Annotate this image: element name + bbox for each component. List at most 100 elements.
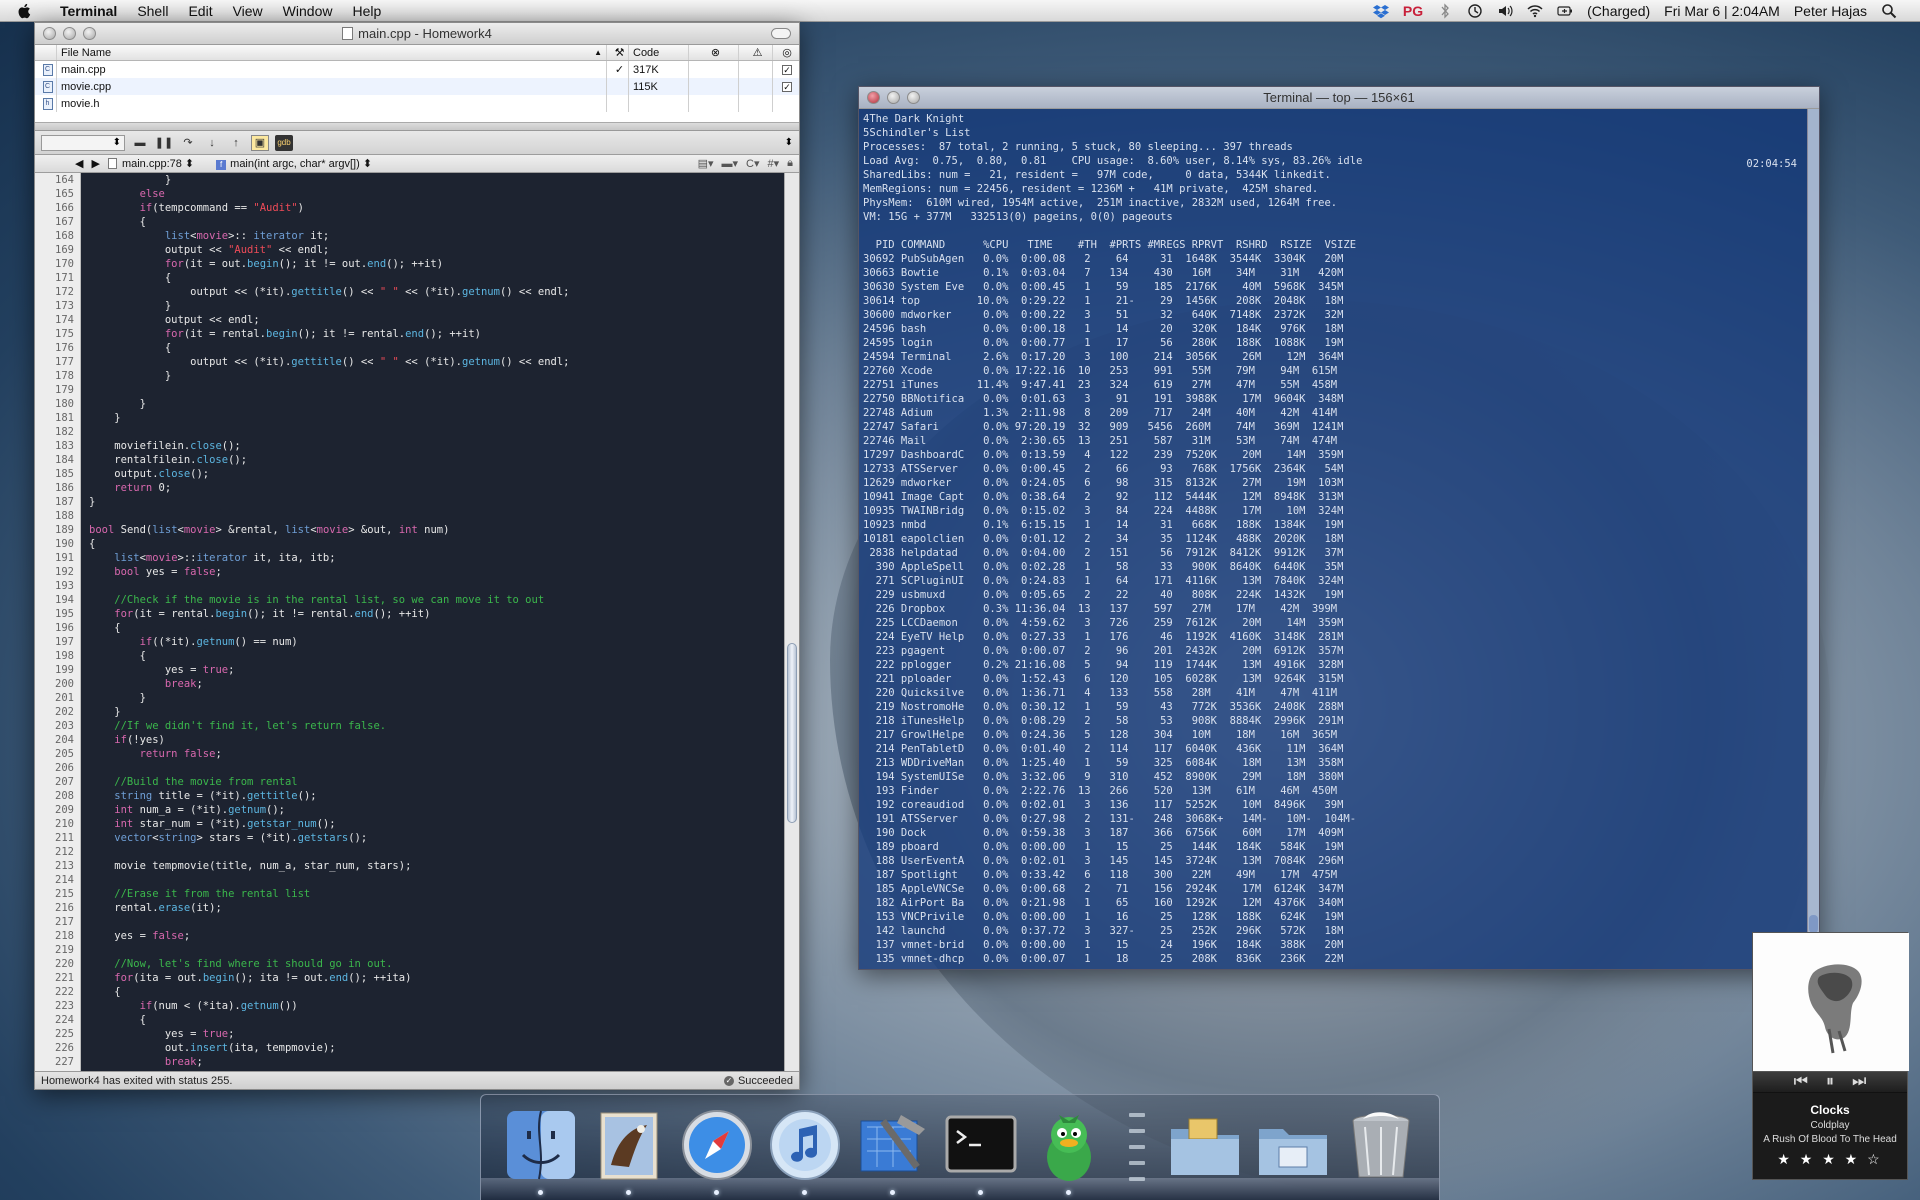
file-type-column-header[interactable]	[35, 45, 57, 60]
close-button[interactable]	[867, 91, 880, 104]
file-name-column-header[interactable]: File Name ▲	[57, 45, 607, 60]
line-number[interactable]: 165	[35, 187, 74, 201]
line-number[interactable]: 210	[35, 817, 74, 831]
line-number[interactable]: 217	[35, 915, 74, 929]
adium-icon[interactable]	[1029, 1105, 1109, 1195]
code-line[interactable]: output.close();	[89, 467, 784, 481]
time-machine-icon[interactable]	[1460, 3, 1490, 19]
pg-menu-label[interactable]: PG	[1396, 3, 1430, 19]
line-number[interactable]: 195	[35, 607, 74, 621]
code-line[interactable]: rental.erase(it);	[89, 901, 784, 915]
apple-menu-icon[interactable]	[16, 2, 34, 20]
line-number[interactable]: 224	[35, 1013, 74, 1027]
line-number[interactable]: 169	[35, 243, 74, 257]
battery-icon[interactable]	[1550, 3, 1580, 19]
line-number[interactable]: 225	[35, 1027, 74, 1041]
debugger-window-icon[interactable]: ▣	[251, 134, 269, 151]
code-line[interactable]: }	[89, 369, 784, 383]
code-line[interactable]: {	[89, 621, 784, 635]
line-number[interactable]: 199	[35, 663, 74, 677]
code-line[interactable]: for(it = rental.begin(); it != rental.en…	[89, 607, 784, 621]
code-line[interactable]: //Check if the movie is in the rental li…	[89, 593, 784, 607]
code-line[interactable]: list<movie>::iterator it, ita, itb;	[89, 551, 784, 565]
target-checkbox[interactable]: ✓	[782, 81, 792, 92]
line-number[interactable]: 192	[35, 565, 74, 579]
line-number[interactable]: 221	[35, 971, 74, 985]
line-number[interactable]: 182	[35, 425, 74, 439]
menu-view[interactable]: View	[223, 0, 273, 22]
line-number[interactable]: 194	[35, 593, 74, 607]
code-line[interactable]: string title = (*it).gettitle();	[89, 789, 784, 803]
code-line[interactable]: moviefilein.close();	[89, 439, 784, 453]
code-line[interactable]: bool yes = false;	[89, 565, 784, 579]
volume-icon[interactable]	[1490, 3, 1520, 19]
pane-splitter[interactable]	[35, 123, 799, 131]
rating-stars[interactable]: ★ ★ ★ ★ ☆	[1753, 1151, 1907, 1168]
line-number[interactable]: 222	[35, 985, 74, 999]
gdb-console-icon[interactable]: gdb	[275, 134, 293, 151]
code-line[interactable]	[89, 425, 784, 439]
terminal-titlebar[interactable]: Terminal — top — 156×61	[859, 87, 1819, 109]
breakpoints-toggle-icon[interactable]: ▬	[131, 135, 149, 151]
file-row-movie-cpp[interactable]: C movie.cpp 115K ✓	[35, 78, 799, 95]
menu-window[interactable]: Window	[273, 0, 343, 22]
code-line[interactable]: output << (*it).gettitle() << " " << (*i…	[89, 355, 784, 369]
warnings-column-icon[interactable]: ⚠	[739, 45, 773, 60]
code-line[interactable]: {	[89, 271, 784, 285]
line-number[interactable]: 198	[35, 649, 74, 663]
previous-track-icon[interactable]: ⏮︎	[1794, 1073, 1808, 1091]
code-line[interactable]: }	[89, 691, 784, 705]
bookmarks-icon[interactable]: ▤▾	[698, 157, 714, 170]
menu-help[interactable]: Help	[342, 0, 391, 22]
code-line[interactable]	[89, 845, 784, 859]
code-line[interactable]: //Erase it from the rental list	[89, 887, 784, 901]
step-out-icon[interactable]: ↑	[227, 135, 245, 151]
code-line[interactable]: int star_num = (*it).getstar_num();	[89, 817, 784, 831]
line-number[interactable]: 174	[35, 313, 74, 327]
editor-scrollbar[interactable]	[784, 173, 799, 1071]
line-number[interactable]: 202	[35, 705, 74, 719]
line-number[interactable]: 207	[35, 775, 74, 789]
trash-icon[interactable]	[1341, 1105, 1421, 1185]
line-number[interactable]: 168	[35, 229, 74, 243]
code-line[interactable]: {	[89, 1013, 784, 1027]
code-line[interactable]: output << "Audit" << endl;	[89, 243, 784, 257]
code-text[interactable]: } else if(tempcommand == "Audit") { list…	[81, 173, 784, 1071]
code-line[interactable]: }	[89, 705, 784, 719]
file-popup[interactable]: main.cpp:78 ⬍	[107, 157, 194, 170]
file-row-movie-h[interactable]: h movie.h	[35, 95, 799, 112]
line-number[interactable]: 181	[35, 411, 74, 425]
finder-icon[interactable]	[501, 1105, 581, 1195]
safari-icon[interactable]	[677, 1105, 757, 1195]
line-number[interactable]: 177	[35, 355, 74, 369]
code-line[interactable]: break;	[89, 677, 784, 691]
line-number[interactable]: 176	[35, 341, 74, 355]
line-number[interactable]: 187	[35, 495, 74, 509]
line-number[interactable]: 206	[35, 761, 74, 775]
code-line[interactable]	[89, 915, 784, 929]
close-button[interactable]	[43, 27, 56, 40]
code-line[interactable]: {	[89, 215, 784, 229]
line-number[interactable]: 188	[35, 509, 74, 523]
minimize-button[interactable]	[63, 27, 76, 40]
code-line[interactable]: {	[89, 649, 784, 663]
documents-stack-icon[interactable]	[1165, 1105, 1245, 1185]
code-line[interactable]: {	[89, 537, 784, 551]
line-number[interactable]: 164	[35, 173, 74, 187]
line-number[interactable]: 186	[35, 481, 74, 495]
line-number[interactable]: 184	[35, 453, 74, 467]
line-number[interactable]: 178	[35, 369, 74, 383]
zoom-button[interactable]	[83, 27, 96, 40]
line-number[interactable]: 200	[35, 677, 74, 691]
line-number[interactable]: 226	[35, 1041, 74, 1055]
line-number[interactable]: 191	[35, 551, 74, 565]
code-line[interactable]: }	[89, 495, 784, 509]
line-number[interactable]: 197	[35, 635, 74, 649]
code-line[interactable]: bool Send(list<movie> &rental, list<movi…	[89, 523, 784, 537]
code-line[interactable]	[89, 943, 784, 957]
line-number[interactable]: 179	[35, 383, 74, 397]
back-arrow-icon[interactable]: ◀	[75, 157, 83, 170]
step-over-icon[interactable]: ↷	[179, 135, 197, 151]
line-number[interactable]: 205	[35, 747, 74, 761]
function-popup[interactable]: f main(int argc, char* argv[]) ⬍	[216, 157, 372, 170]
